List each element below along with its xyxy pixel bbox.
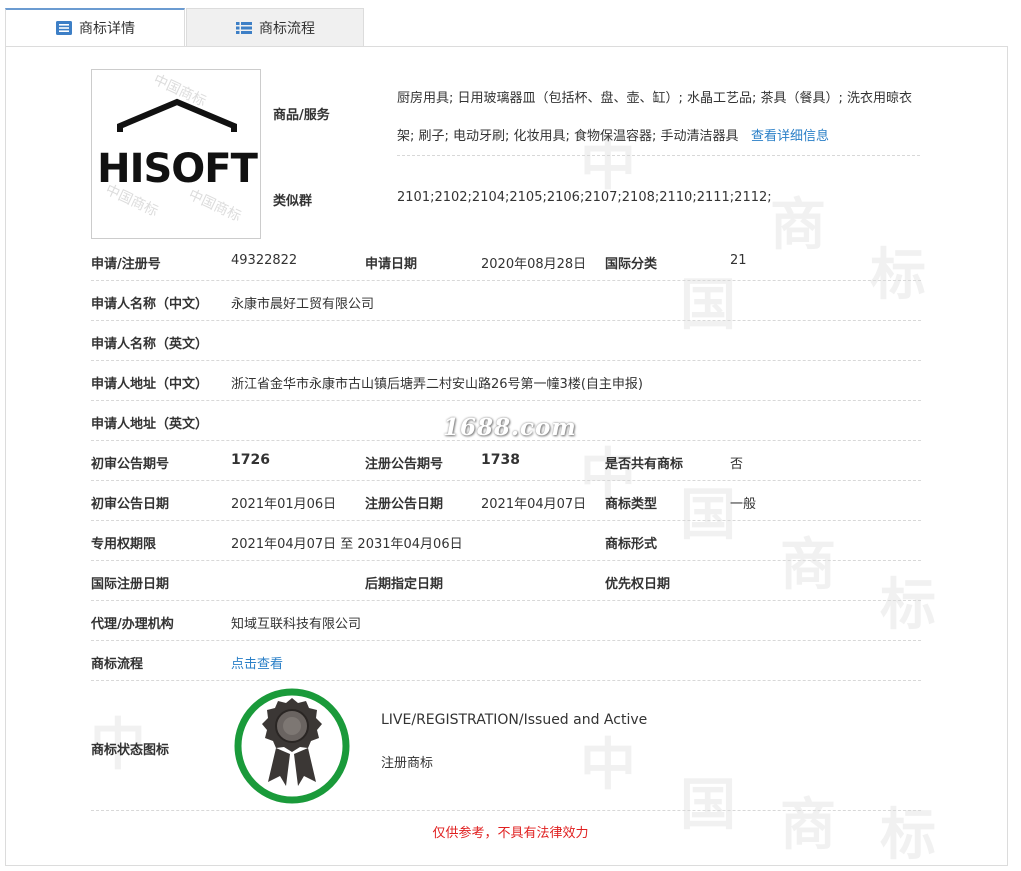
prelim-no-label: 初审公告期号 xyxy=(91,457,170,472)
disclaimer-text: 仅供参考，不具有法律效力 xyxy=(432,826,589,841)
award-ribbon-icon xyxy=(234,688,350,804)
view-details-link[interactable]: 查看详细信息 xyxy=(751,129,829,144)
tab-trademark-details[interactable]: 商标详情 xyxy=(5,8,185,46)
mark-form-label: 商标形式 xyxy=(605,537,658,552)
address-cn-value: 浙江省金华市永康市古山镇后塘弄二村安山路26号第一幢3楼(自主申报) xyxy=(231,377,643,392)
status-icon-label: 商标状态图标 xyxy=(91,743,170,758)
trademark-logo: 中国商标 中国商标 中国商标 HISOFT xyxy=(91,69,261,239)
divider xyxy=(91,280,921,281)
hisoft-logo-graphic: HISOFT xyxy=(97,98,260,192)
goods-label: 商品/服务 xyxy=(273,108,330,123)
divider xyxy=(91,360,921,361)
applicant-cn-value: 永康市晨好工贸有限公司 xyxy=(231,297,375,312)
agent-value: 知域互联科技有限公司 xyxy=(231,617,362,632)
intl-class-value: 21 xyxy=(730,253,747,268)
list-icon xyxy=(236,21,252,34)
agent-label: 代理/办理机构 xyxy=(91,617,174,632)
exclusive-period-value: 2021年04月07日 至 2031年04月06日 xyxy=(231,537,463,552)
divider xyxy=(397,155,920,156)
apply-date-label: 申请日期 xyxy=(365,257,418,272)
reg-pub-date-value: 2021年04月07日 xyxy=(481,497,587,512)
reg-no-label: 申请/注册号 xyxy=(91,257,161,272)
reg-pub-no-label: 注册公告期号 xyxy=(365,457,444,472)
mark-type-value: 一般 xyxy=(730,497,757,512)
goods-text: 厨房用具; 日用玻璃器皿（包括杯、盘、壶、缸）; 水晶工艺品; 茶具（餐具）; … xyxy=(397,91,913,144)
applicant-cn-label: 申请人名称（中文） xyxy=(91,297,209,312)
divider xyxy=(91,440,921,441)
status-line-en: LIVE/REGISTRATION/Issued and Active xyxy=(381,712,648,728)
divider xyxy=(91,480,921,481)
intl-class-label: 国际分类 xyxy=(605,257,658,272)
apply-date-value: 2020年08月28日 xyxy=(481,257,587,272)
divider xyxy=(91,810,921,811)
process-view-link[interactable]: 点击查看 xyxy=(231,653,283,672)
shared-value: 否 xyxy=(730,457,744,472)
divider xyxy=(91,320,921,321)
goods-services: 厨房用具; 日用玻璃器皿（包括杯、盘、壶、缸）; 水晶工艺品; 茶具（餐具）; … xyxy=(397,80,927,156)
intl-reg-date-label: 国际注册日期 xyxy=(91,577,170,592)
applicant-en-label: 申请人名称（英文） xyxy=(91,337,209,352)
reg-no-value: 49322822 xyxy=(231,253,298,268)
later-designation-label: 后期指定日期 xyxy=(365,577,444,592)
divider xyxy=(91,400,921,401)
divider xyxy=(91,600,921,601)
divider xyxy=(91,520,921,521)
prelim-date-label: 初审公告日期 xyxy=(91,497,170,512)
divider xyxy=(91,560,921,561)
tab-trademark-process[interactable]: 商标流程 xyxy=(186,8,364,46)
address-cn-label: 申请人地址（中文） xyxy=(91,377,209,392)
similar-groups-value: 2101;2102;2104;2105;2106;2107;2108;2110;… xyxy=(397,190,772,205)
exclusive-period-label: 专用权期限 xyxy=(91,537,157,552)
tab-label: 商标详情 xyxy=(79,21,135,37)
reg-pub-date-label: 注册公告日期 xyxy=(365,497,444,512)
reg-pub-no-value: 1738 xyxy=(481,452,520,468)
divider xyxy=(91,680,921,681)
logo-text: HISOFT xyxy=(97,146,258,192)
divider xyxy=(91,640,921,641)
priority-date-label: 优先权日期 xyxy=(605,577,671,592)
status-line-cn: 注册商标 xyxy=(381,756,434,771)
document-list-icon xyxy=(56,21,72,35)
process-label: 商标流程 xyxy=(91,657,144,672)
shared-label: 是否共有商标 xyxy=(605,457,684,472)
prelim-no-value: 1726 xyxy=(231,452,270,468)
tab-label: 商标流程 xyxy=(259,20,315,37)
address-en-label: 申请人地址（英文） xyxy=(91,417,209,432)
prelim-date-value: 2021年01月06日 xyxy=(231,497,337,512)
site-watermark: 1688.com xyxy=(443,414,577,441)
similar-groups-label: 类似群 xyxy=(273,194,313,209)
mark-type-label: 商标类型 xyxy=(605,497,658,512)
